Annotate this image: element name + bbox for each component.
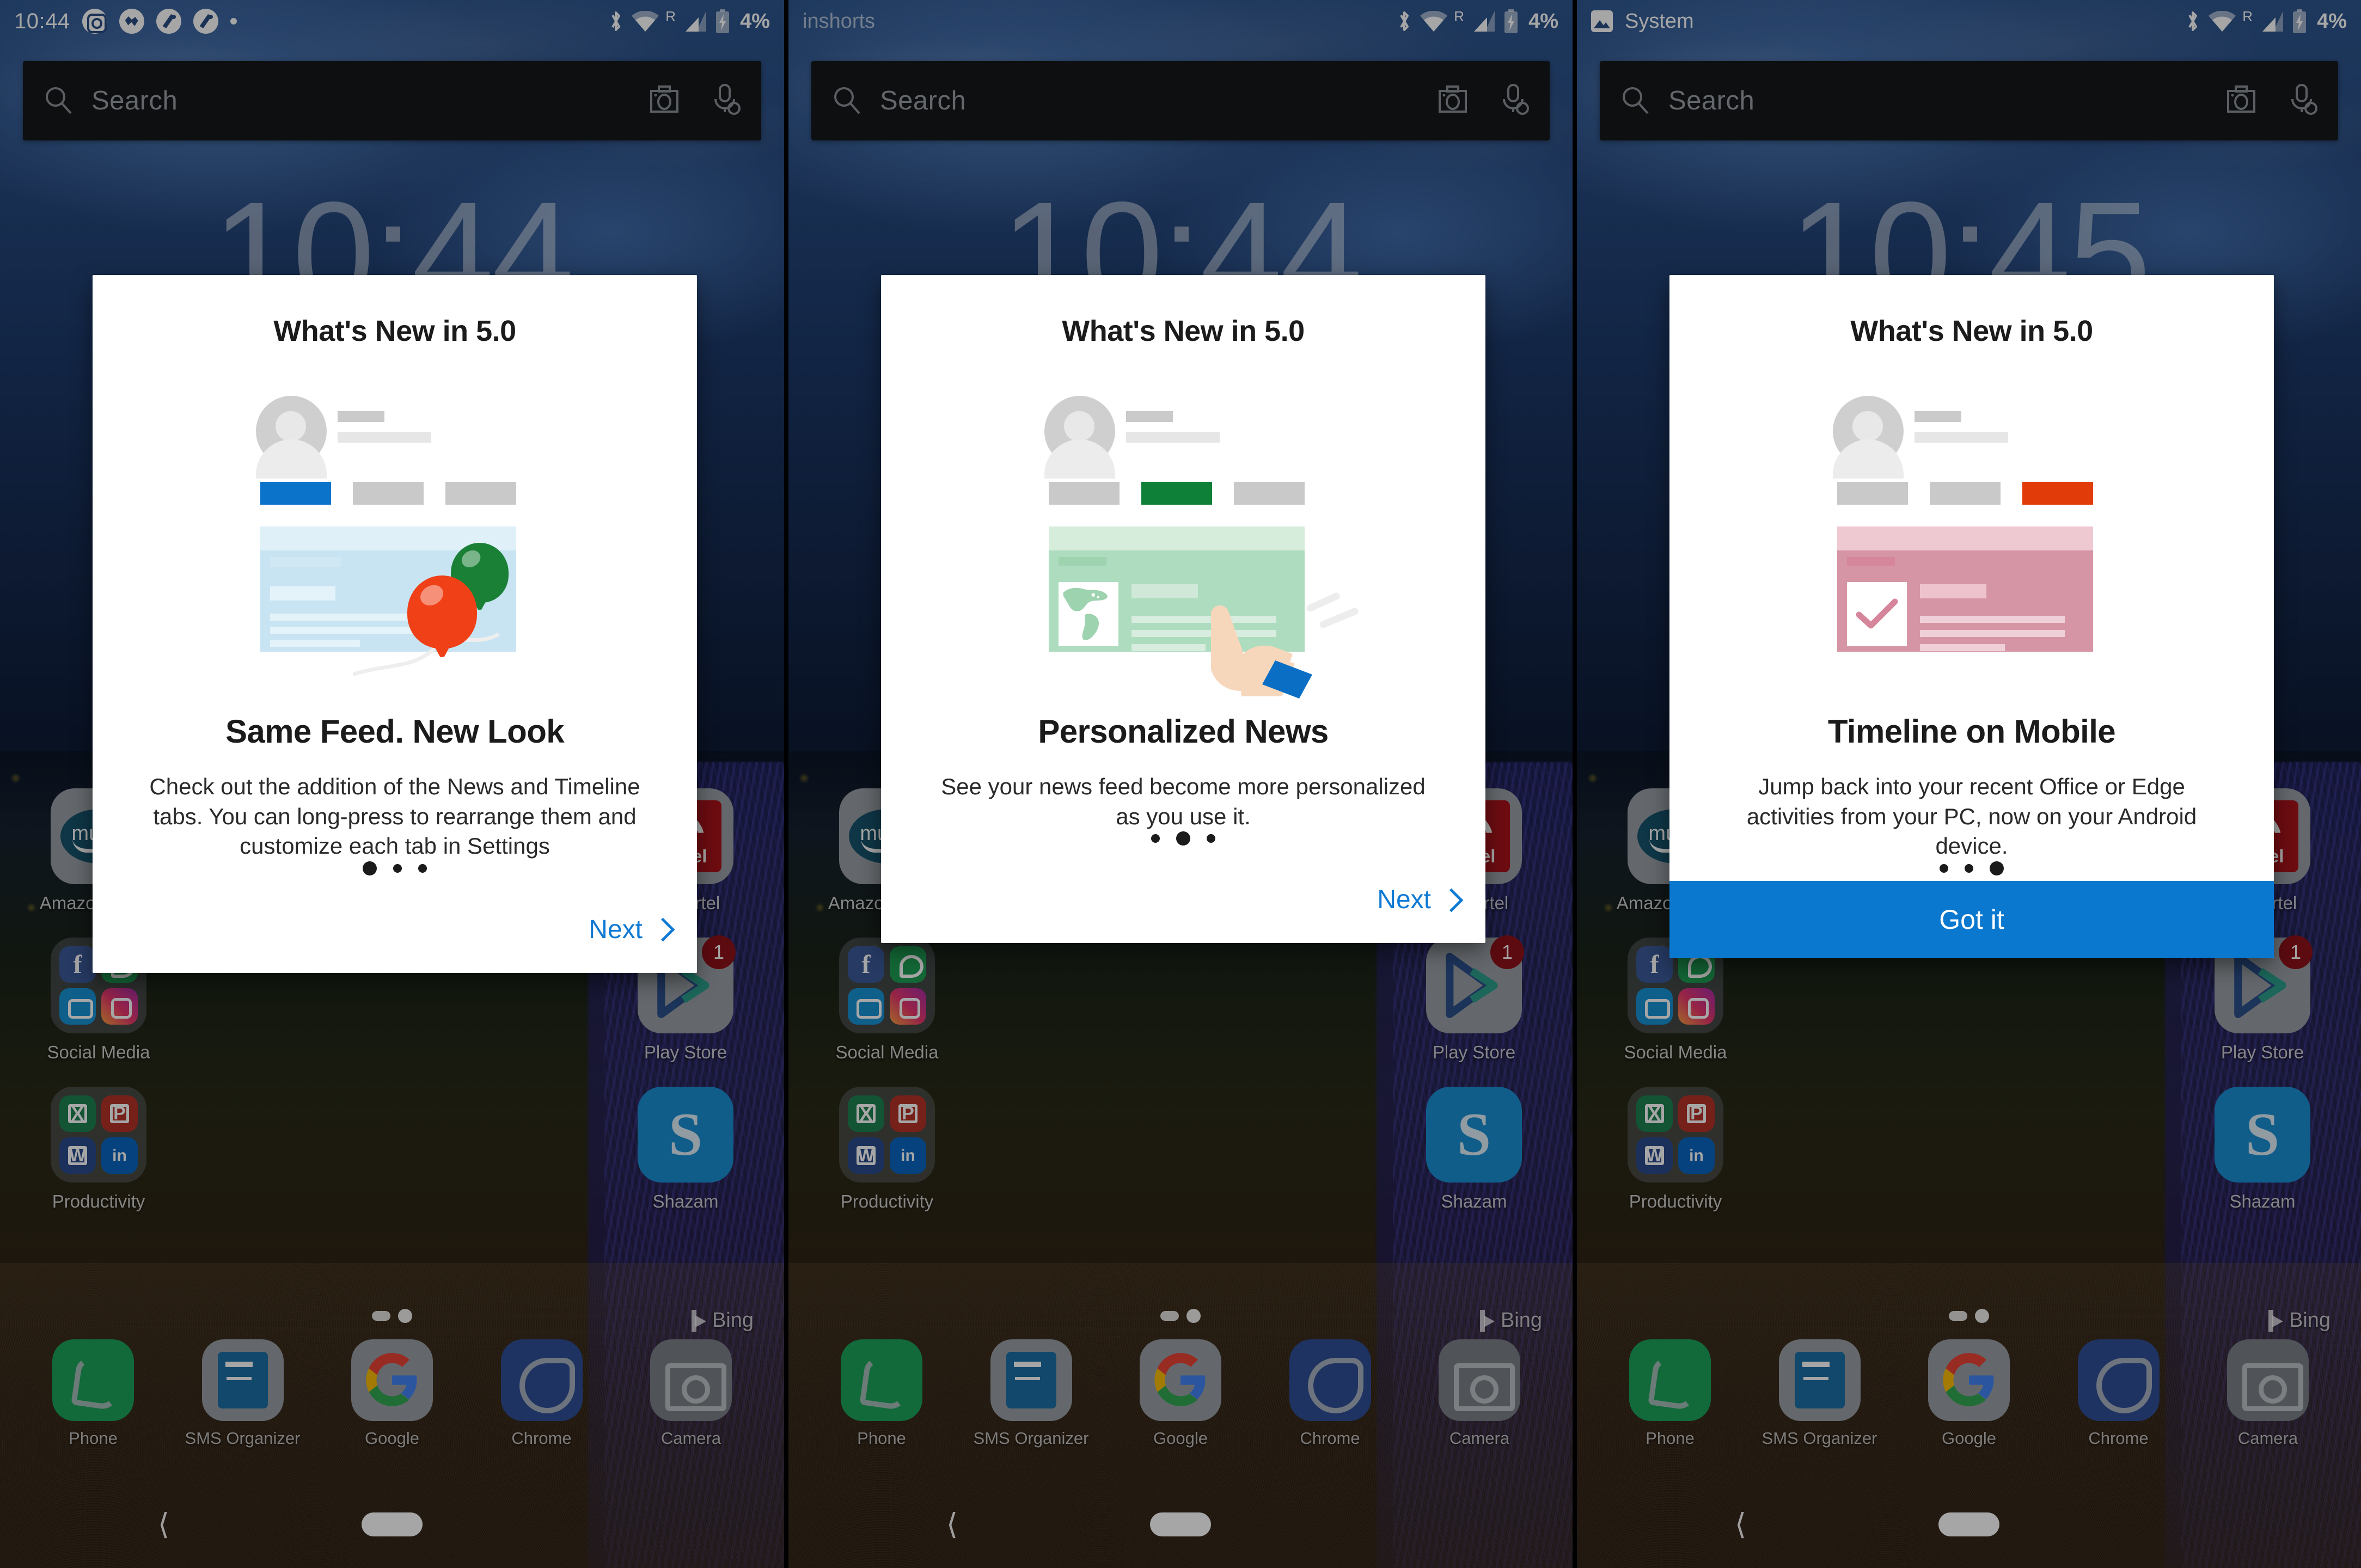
carousel-dots bbox=[1669, 861, 2274, 881]
phone-panel-1: 10:44 R 4% Search 10:44 musicAmazon Musi… bbox=[0, 0, 784, 1568]
whats-new-dialog: What's New in 5.0 bbox=[881, 275, 1485, 944]
dialog-title: What's New in 5.0 bbox=[1062, 315, 1305, 347]
dialog-title: What's New in 5.0 bbox=[1850, 315, 2093, 347]
dialog-body: Jump back into your recent Office or Edg… bbox=[1746, 774, 2197, 859]
avatar-face bbox=[1852, 411, 1883, 442]
dialog-heading: Timeline on Mobile bbox=[1827, 713, 2116, 750]
next-button-label: Next bbox=[1377, 885, 1431, 915]
illustration-tab-3 bbox=[1234, 482, 1305, 505]
phone-panel-3: System R 4% Search 10:45 musicAmazon Mus… bbox=[1577, 0, 2361, 1568]
got-it-button[interactable]: Got it bbox=[1669, 880, 2274, 958]
balloon-red-icon bbox=[407, 575, 477, 660]
avatar-face bbox=[1064, 411, 1094, 442]
dialog-body: See your news feed become more personali… bbox=[941, 774, 1426, 829]
card-footer: Next bbox=[881, 851, 1485, 943]
panel-divider bbox=[784, 0, 788, 1568]
placeholder-line bbox=[338, 432, 431, 443]
page-dot-active[interactable] bbox=[1990, 861, 2004, 875]
illustration-tab-2 bbox=[1141, 482, 1212, 505]
page-dot[interactable] bbox=[393, 863, 402, 873]
whats-new-dialog: What's New in 5.0 bbox=[93, 275, 697, 973]
illustration-tab-3 bbox=[2022, 482, 2093, 505]
phone-panel-2: inshorts R 4% Search 10:44 musicAmazon M… bbox=[788, 0, 1573, 1568]
placeholder-line bbox=[338, 411, 384, 422]
avatar-face bbox=[276, 411, 306, 442]
placeholder-line bbox=[1126, 432, 1220, 443]
dialog-heading: Same Feed. New Look bbox=[225, 713, 565, 750]
placeholder-line bbox=[1915, 411, 1961, 422]
checkmark-icon bbox=[1856, 598, 1898, 629]
illustration-tab-1 bbox=[1837, 482, 1908, 505]
illustration bbox=[881, 381, 1485, 713]
next-button[interactable]: Next bbox=[1377, 885, 1455, 915]
checkmark-thumbnail bbox=[1847, 582, 1907, 646]
carousel-dots bbox=[93, 861, 697, 881]
illustration-tab-2 bbox=[1930, 482, 2001, 505]
news-thumbnail bbox=[1059, 582, 1118, 646]
card-footer: Next bbox=[93, 881, 697, 973]
chevron-right-icon bbox=[655, 919, 666, 940]
placeholder-line bbox=[1915, 432, 2008, 443]
illustration bbox=[93, 381, 697, 713]
next-button[interactable]: Next bbox=[589, 915, 666, 945]
next-button-label: Next bbox=[589, 915, 643, 944]
placeholder-line bbox=[1126, 411, 1173, 422]
page-dot-active[interactable] bbox=[363, 861, 377, 875]
illustration-tab-2 bbox=[353, 482, 424, 505]
illustration bbox=[1669, 381, 2274, 713]
world-map-icon bbox=[1063, 587, 1108, 640]
panel-divider bbox=[1573, 0, 1577, 1568]
illustration-feed-card bbox=[1837, 526, 2093, 652]
page-dot[interactable] bbox=[1940, 863, 1948, 873]
dialog-title: What's New in 5.0 bbox=[273, 315, 516, 347]
illustration-tab-3 bbox=[445, 482, 516, 505]
carousel-dots bbox=[881, 831, 1485, 851]
dialog-body: Check out the addition of the News and T… bbox=[149, 774, 640, 859]
whats-new-dialog: What's New in 5.0 bbox=[1669, 275, 2274, 958]
page-dot[interactable] bbox=[418, 863, 427, 873]
illustration-tab-1 bbox=[260, 482, 331, 505]
chevron-right-icon bbox=[1443, 890, 1455, 910]
motion-lines bbox=[1306, 592, 1359, 628]
page-dot[interactable] bbox=[1965, 863, 1973, 873]
dialog-heading: Personalized News bbox=[1038, 713, 1329, 750]
page-dot-active[interactable] bbox=[1176, 831, 1190, 846]
page-dot[interactable] bbox=[1151, 834, 1160, 843]
illustration-tab-1 bbox=[1049, 482, 1120, 505]
page-dot[interactable] bbox=[1207, 834, 1215, 843]
three-panel-screenshot: 10:44 R 4% Search 10:44 musicAmazon Musi… bbox=[0, 0, 2361, 1568]
